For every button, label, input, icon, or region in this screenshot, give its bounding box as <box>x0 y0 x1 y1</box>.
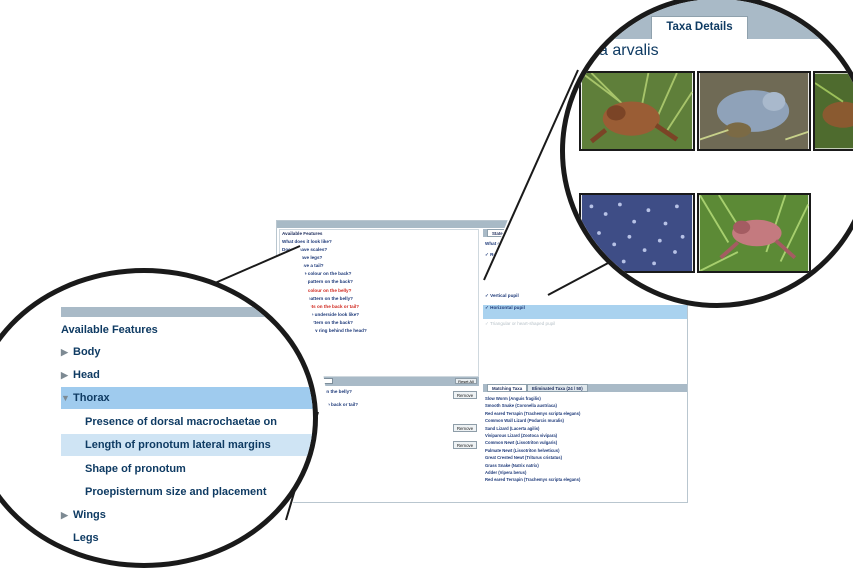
feature-tree-label: Wings <box>73 509 106 521</box>
feature-tree-row[interactable]: ▼ Thorax <box>61 387 313 409</box>
frog-photo[interactable] <box>813 71 853 151</box>
frog-photo-image <box>699 73 809 149</box>
feature-tree-row[interactable]: Legs <box>61 527 313 549</box>
caret-down-icon[interactable]: ▼ <box>61 387 73 409</box>
feature-tree-label: Body <box>73 346 101 358</box>
feature-tree-row[interactable]: Shape of pronotum <box>61 458 313 480</box>
tab-taxa-details-zoom[interactable]: Taxa Details <box>651 16 748 39</box>
caret-right-icon[interactable]: ▶ <box>61 504 73 526</box>
frog-photo[interactable] <box>697 71 811 151</box>
frog-photo[interactable] <box>697 193 811 273</box>
feature-tree-label: Presence of dorsal macrochaetae on <box>85 416 277 428</box>
frog-photo[interactable] <box>579 71 695 151</box>
feature-tree-row[interactable]: Presence of dorsal macrochaetae on <box>61 411 313 433</box>
caret-right-icon[interactable]: ▶ <box>61 341 73 363</box>
feature-tree-label: Length of pronotum lateral margins <box>85 439 271 451</box>
feature-tree-row[interactable]: Length of pronotum lateral margins <box>61 434 313 456</box>
frog-photo-image <box>699 195 809 271</box>
frogspawn-photo-image <box>581 195 693 271</box>
frogspawn-photo[interactable] <box>579 193 695 273</box>
feature-tree-row[interactable]: ▶ Head <box>61 364 313 386</box>
zoom-features-magnifier: Available Features ▶ Body ▶ Head ▼ Thorax Pres… <box>0 268 318 568</box>
frog-photo-image <box>815 73 853 149</box>
feature-tree-row[interactable]: ▶ Body <box>61 341 313 363</box>
feature-tree-label: Thorax <box>73 392 110 404</box>
feature-tree-label: Head <box>73 369 100 381</box>
zoom-taxa-magnifier: Taxa Details a arvalis <box>560 0 853 308</box>
feature-tree-label: Legs <box>73 532 99 544</box>
taxon-name: a arvalis <box>599 42 659 59</box>
feature-tree-row[interactable]: Proepisternum size and placement <box>61 481 313 503</box>
features-panel-top-bar <box>61 307 313 317</box>
caret-right-icon[interactable]: ▶ <box>61 364 73 386</box>
feature-tree-row[interactable]: ▶ Wings <box>61 504 313 526</box>
feature-tree-label: Shape of pronotum <box>85 463 186 475</box>
feature-tree-label: Proepisternum size and placement <box>85 486 267 498</box>
zoom-features-header: Available Features <box>61 324 158 336</box>
frog-photo-image <box>581 73 693 149</box>
